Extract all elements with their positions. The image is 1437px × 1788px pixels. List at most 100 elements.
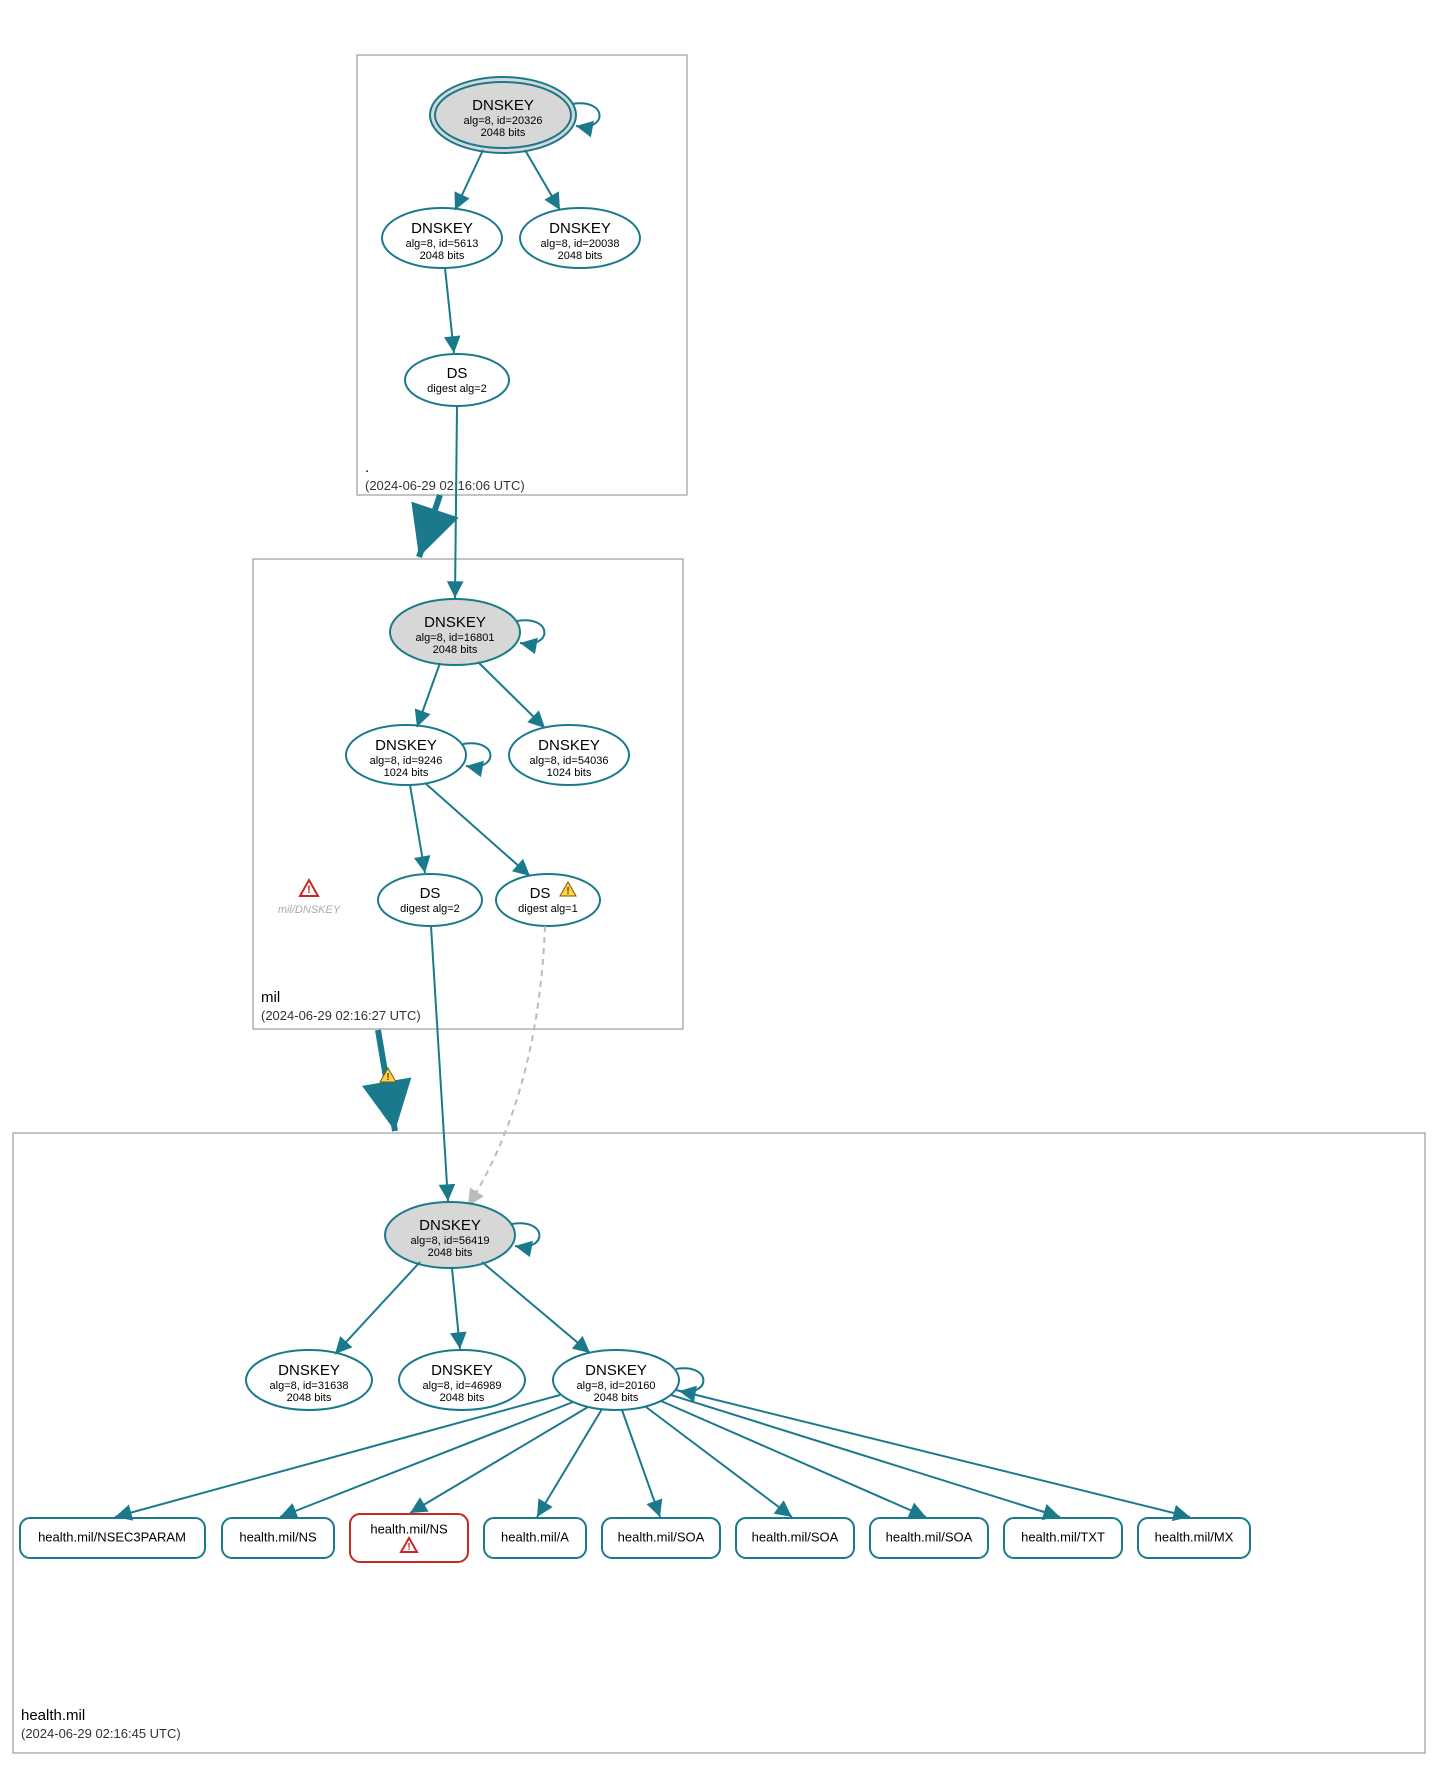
svg-text:DNSKEY: DNSKEY [278,1362,340,1379]
svg-text:alg=8, id=46989: alg=8, id=46989 [423,1380,502,1392]
rr-mx[interactable]: health.mil/MX [1138,1518,1250,1558]
svg-text:2048 bits: 2048 bits [481,127,526,139]
rr-soa-1[interactable]: health.mil/SOA [602,1518,720,1558]
svg-text:2048 bits: 2048 bits [440,1392,485,1404]
zone-health-ts: (2024-06-29 02:16:45 UTC) [21,1726,181,1741]
rr-ns-error[interactable]: health.mil/NS ! [350,1514,468,1562]
edge-milds1-hksk [431,926,448,1201]
svg-text:alg=8, id=5613: alg=8, id=5613 [406,238,479,250]
rr-ns-1[interactable]: health.mil/NS [222,1518,334,1558]
svg-text:DS: DS [447,365,468,382]
svg-text:DNSKEY: DNSKEY [411,220,473,237]
edge-hksk-z3 [482,1262,590,1353]
health-zsk3-node[interactable]: DNSKEY alg=8, id=20160 2048 bits [553,1350,679,1410]
svg-text:DNSKEY: DNSKEY [419,1217,481,1234]
edge-rootksk-zsk2 [525,150,560,210]
health-zsk2-node[interactable]: DNSKEY alg=8, id=46989 2048 bits [399,1350,525,1410]
edge-milzsk1-ds1 [410,785,425,873]
svg-text:DS: DS [530,885,551,902]
zone-mil-ts: (2024-06-29 02:16:27 UTC) [261,1008,421,1023]
svg-text:health.mil/NS: health.mil/NS [370,1521,448,1536]
svg-text:2048 bits: 2048 bits [428,1247,473,1259]
edge-hksk-z1 [335,1262,420,1354]
svg-text:digest alg=1: digest alg=1 [518,903,578,915]
svg-text:health.mil/NS: health.mil/NS [239,1529,317,1544]
edge-milksk-zsk1 [417,663,440,727]
edge-root-to-mil-deleg [419,495,440,557]
svg-text:DNSKEY: DNSKEY [424,614,486,631]
svg-text:DS: DS [420,885,441,902]
mil-zsk2-node[interactable]: DNSKEY alg=8, id=54036 1024 bits [509,725,629,785]
svg-text:DNSKEY: DNSKEY [375,737,437,754]
edge-milksk-zsk2 [478,662,545,728]
svg-text:!: ! [407,1542,410,1553]
svg-text:1024 bits: 1024 bits [384,767,429,779]
svg-text:2048 bits: 2048 bits [433,644,478,656]
svg-text:health.mil/SOA: health.mil/SOA [886,1529,973,1544]
svg-text:2048 bits: 2048 bits [594,1392,639,1404]
zone-root-ts: (2024-06-29 02:16:06 UTC) [365,478,525,493]
svg-text:alg=8, id=9246: alg=8, id=9246 [370,755,443,767]
root-zsk1-node[interactable]: DNSKEY alg=8, id=5613 2048 bits [382,208,502,268]
dnssec-diagram: . (2024-06-29 02:16:06 UTC) mil (2024-06… [0,0,1437,1788]
mil-zsk1-node[interactable]: DNSKEY alg=8, id=9246 1024 bits [346,725,466,785]
e-z3-r4 [537,1409,602,1517]
mil-missing-dnskey[interactable]: mil/DNSKEY [278,904,341,916]
mil-ksk-selfloop [517,620,544,643]
svg-text:health.mil/A: health.mil/A [501,1529,569,1544]
zone-health-name: health.mil [21,1707,85,1724]
svg-text:alg=8, id=20038: alg=8, id=20038 [541,238,620,250]
svg-text:2048 bits: 2048 bits [287,1392,332,1404]
mil-ds1-node[interactable]: DS digest alg=2 [378,874,482,926]
warning-icon-error: ! [300,880,318,896]
svg-text:alg=8, id=16801: alg=8, id=16801 [416,632,495,644]
svg-text:alg=8, id=56419: alg=8, id=56419 [411,1235,490,1247]
svg-text:!: ! [386,1072,389,1083]
svg-text:1024 bits: 1024 bits [547,767,592,779]
edge-hksk-z2 [452,1268,460,1349]
edge-milds2-hksk [468,926,545,1206]
svg-text:mil/DNSKEY: mil/DNSKEY [278,904,341,916]
svg-text:2048 bits: 2048 bits [420,250,465,262]
health-ksk-selfloop [512,1223,539,1246]
e-z3-r9 [676,1390,1190,1517]
rr-soa-2[interactable]: health.mil/SOA [736,1518,854,1558]
svg-text:!: ! [307,884,311,896]
root-zsk2-node[interactable]: DNSKEY alg=8, id=20038 2048 bits [520,208,640,268]
e-z3-r1 [115,1395,560,1517]
root-ksk-node[interactable]: DNSKEY alg=8, id=20326 2048 bits [430,77,576,153]
svg-text:alg=8, id=20160: alg=8, id=20160 [577,1380,656,1392]
svg-text:DNSKEY: DNSKEY [538,737,600,754]
e-z3-r8 [671,1395,1060,1517]
edge-rootksk-zsk1 [455,150,483,210]
svg-text:alg=8, id=54036: alg=8, id=54036 [530,755,609,767]
svg-text:health.mil/NSEC3PARAM: health.mil/NSEC3PARAM [38,1529,186,1544]
health-ksk-node[interactable]: DNSKEY alg=8, id=56419 2048 bits [385,1202,515,1268]
e-z3-r5 [622,1410,660,1517]
svg-text:digest alg=2: digest alg=2 [427,383,487,395]
rr-soa-3[interactable]: health.mil/SOA [870,1518,988,1558]
svg-text:DNSKEY: DNSKEY [585,1362,647,1379]
rr-a[interactable]: health.mil/A [484,1518,586,1558]
svg-text:2048 bits: 2048 bits [558,250,603,262]
rr-txt[interactable]: health.mil/TXT [1004,1518,1122,1558]
svg-text:health.mil/SOA: health.mil/SOA [752,1529,839,1544]
svg-text:alg=8, id=20326: alg=8, id=20326 [464,115,543,127]
rr-nsec3param[interactable]: health.mil/NSEC3PARAM [20,1518,205,1558]
zone-root-name: . [365,459,369,476]
zone-health-box [13,1133,1425,1753]
svg-text:health.mil/MX: health.mil/MX [1155,1529,1234,1544]
health-zsk1-node[interactable]: DNSKEY alg=8, id=31638 2048 bits [246,1350,372,1410]
root-ds-node[interactable]: DS digest alg=2 [405,354,509,406]
edge-rootzsk1-ds [445,268,454,353]
health-zsk3-selfloop [676,1368,703,1391]
mil-ksk-node[interactable]: DNSKEY alg=8, id=16801 2048 bits [390,599,520,665]
mil-zsk1-selfloop [463,743,490,766]
e-z3-r3 [410,1407,588,1513]
svg-text:digest alg=2: digest alg=2 [400,903,460,915]
svg-text:DNSKEY: DNSKEY [549,220,611,237]
zone-mil-name: mil [261,989,280,1006]
svg-text:DNSKEY: DNSKEY [431,1362,493,1379]
svg-text:!: ! [566,886,569,897]
mil-ds2-node[interactable]: DS digest alg=1 [496,874,600,926]
